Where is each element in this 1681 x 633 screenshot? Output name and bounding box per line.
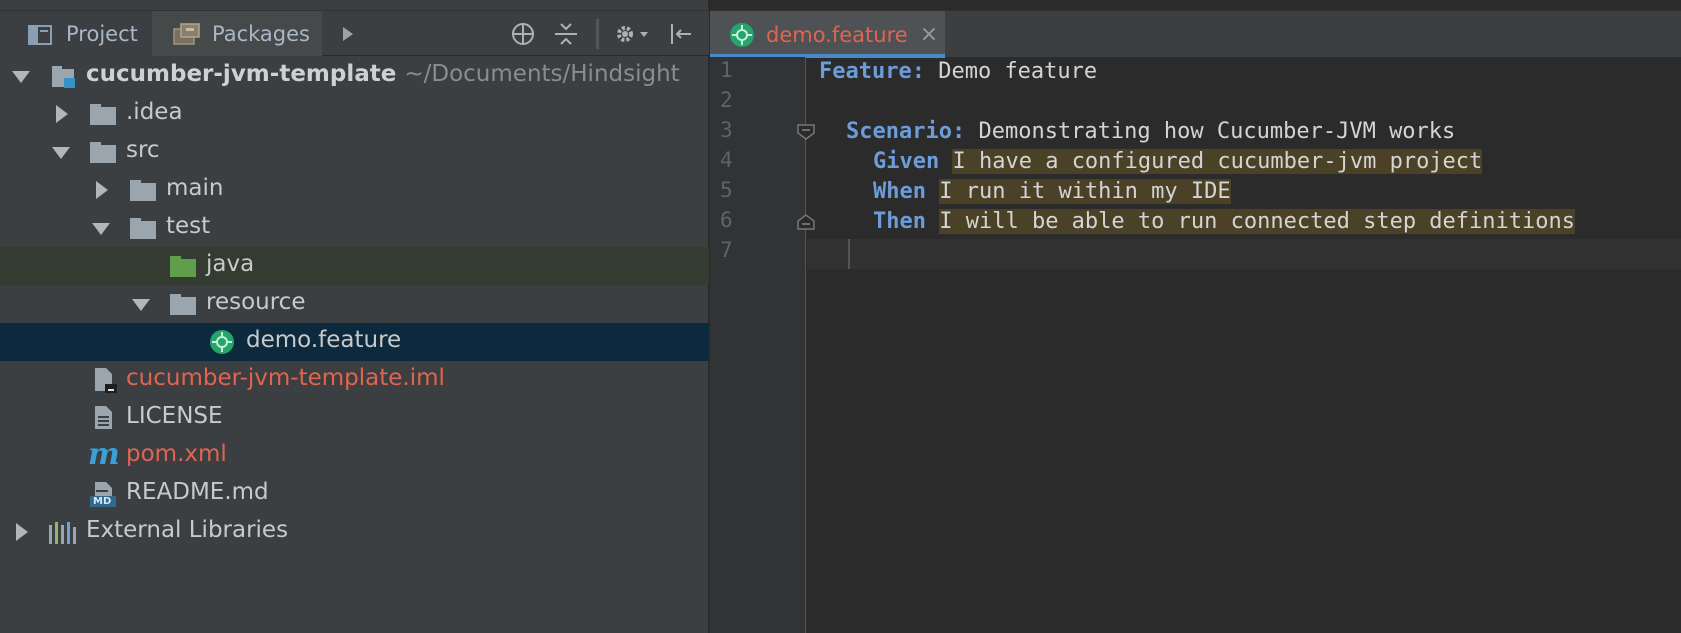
tree-item-label: src [126,137,160,163]
library-icon [49,522,76,544]
line-number: 1 [720,58,733,82]
iml-file-icon [95,368,117,393]
feature-title: Demo feature [924,59,1098,84]
text-file-icon [95,406,112,429]
tree-item-label: test [166,213,211,239]
folder-icon [90,142,116,163]
indent-guide [848,239,850,269]
tab-packages[interactable]: Packages [152,11,322,56]
editor-tab-demo-feature[interactable]: demo.feature × [710,11,945,58]
editor-gutter: 1 2 3 4 5 6 7 [710,57,815,633]
tree-item-root[interactable]: cucumber-jvm-template ~/Documents/Hindsi… [0,57,709,95]
chevron-right-icon[interactable] [90,179,112,201]
tab-project-label: Project [66,21,138,46]
tree-item-java[interactable]: java [0,247,709,285]
tree-item-readme[interactable]: MD README.md [0,475,709,513]
tree-item-external-libraries[interactable]: External Libraries [0,513,709,551]
tree-item-label: External Libraries [86,517,289,543]
line-number: 5 [720,178,733,202]
project-toolbar: Project Packages [0,10,709,56]
code-line-3: Scenario: Demonstrating how Cucumber-JVM… [846,117,1455,147]
cucumber-icon [210,330,234,354]
code-editor[interactable]: Feature: Demo feature Scenario: Demonstr… [807,57,1681,633]
hide-panel-icon[interactable] [665,19,695,49]
chevron-down-icon[interactable] [130,293,152,315]
scenario-title: Demonstrating how Cucumber-JVM works [965,119,1456,144]
tree-item-license[interactable]: LICENSE [0,399,709,437]
tree-item-idea[interactable]: .idea [0,95,709,133]
md-badge: MD [93,496,112,507]
tree-item-main[interactable]: main [0,171,709,209]
editor-tab-bar: demo.feature × [710,10,1681,58]
tree-item-label: main [166,175,224,201]
editor-area: demo.feature × 1 2 3 4 5 6 7 Feature: De… [710,0,1681,633]
chevron-right-icon[interactable] [10,521,32,543]
line-number: 3 [720,118,733,142]
step-text: I run it within my IDE [939,179,1231,204]
root-path: ~/Documents/Hindsight [404,61,680,87]
tree-item-pom[interactable]: m pom.xml [0,437,709,475]
editor-tab-label: demo.feature [766,22,908,47]
packages-icon [173,22,200,45]
line-number: 6 [720,208,733,232]
folder-icon [130,218,156,239]
gear-icon[interactable] [612,19,652,49]
tree-item-src[interactable]: src [0,133,709,171]
chevron-down-icon[interactable] [10,65,32,87]
folder-icon [90,104,116,125]
close-icon[interactable]: × [920,22,938,47]
code-line-5: When I run it within my IDE [873,177,1231,207]
tree-item-label: cucumber-jvm-template.iml [126,365,445,391]
chevron-right-icon[interactable] [50,103,72,125]
tree-item-label: demo.feature [246,327,402,353]
locate-icon[interactable] [508,19,538,49]
cucumber-icon [730,22,754,47]
step-text: I have a configured cucumber-jvm project [952,149,1483,174]
keyword-given: Given [873,149,940,174]
tab-packages-label: Packages [212,21,310,46]
keyword-when: When [873,179,926,204]
tree-item-label: cucumber-jvm-template ~/Documents/Hindsi… [86,61,680,87]
tree-item-resource[interactable]: resource [0,285,709,323]
tree-item-label: README.md [126,479,269,505]
line-number: 7 [720,238,733,262]
keyword-scenario: Scenario: [846,119,966,144]
caret-line [807,239,1681,269]
collapse-all-icon[interactable] [551,19,581,49]
keyword-feature: Feature: [819,59,925,84]
chevron-down-icon[interactable] [50,141,72,163]
code-line-6: Then I will be able to run connected ste… [873,207,1575,237]
code-line-1: Feature: Demo feature [819,57,1097,87]
tree-item-demo-feature[interactable]: demo.feature [0,323,709,361]
tree-item-iml[interactable]: cucumber-jvm-template.iml [0,361,709,399]
maven-icon: m [88,437,120,472]
line-number: 2 [720,88,733,112]
root-name: cucumber-jvm-template [86,61,397,87]
tree-item-label: resource [206,289,306,315]
toolbar-separator [596,19,599,49]
project-icon [28,24,52,45]
code-line-4: Given I have a configured cucumber-jvm p… [873,147,1483,177]
step-text: I will be able to run connected step def… [939,209,1575,234]
chevron-down-icon[interactable] [90,217,112,239]
play-arrow-icon[interactable] [333,19,363,49]
tree-item-label: LICENSE [126,403,223,429]
keyword-then: Then [873,209,926,234]
tree-item-test[interactable]: test [0,209,709,247]
module-folder-icon [52,66,75,88]
test-source-folder-icon [170,256,196,277]
project-tool-window: Project Packages cucumber-jvm-template ~… [0,0,709,633]
tab-project[interactable]: Project [0,11,152,56]
folder-icon [170,294,196,315]
tree-item-label: java [206,251,255,277]
tree-item-label: .idea [126,99,183,125]
folder-icon [130,180,156,201]
tree-item-label: pom.xml [126,441,227,467]
line-number: 4 [720,148,733,172]
